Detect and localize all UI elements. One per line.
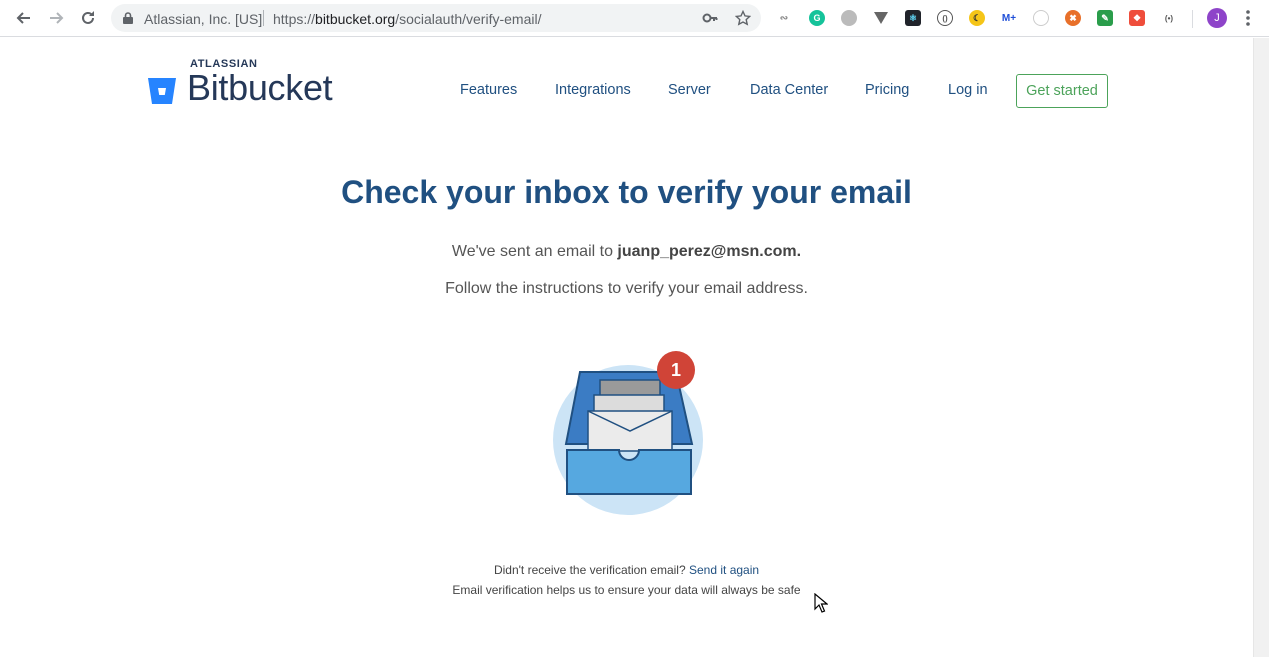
reload-icon bbox=[82, 11, 94, 24]
mouse-cursor-icon bbox=[814, 593, 828, 613]
arrow-right-icon bbox=[50, 12, 64, 24]
url-text: https://bitbucket.org/socialauth/verify-… bbox=[273, 11, 542, 27]
lock-icon bbox=[123, 12, 133, 24]
page-title: Check your inbox to verify your email bbox=[341, 174, 912, 210]
menu-kebab-icon[interactable] bbox=[1241, 8, 1255, 28]
back-button[interactable] bbox=[12, 6, 36, 30]
extension-icon[interactable]: ❖ bbox=[1129, 10, 1145, 26]
browser-toolbar: Atlassian, Inc. [US] https://bitbucket.o… bbox=[0, 0, 1269, 37]
react-devtools-icon[interactable]: ⚛ bbox=[905, 10, 921, 26]
extension-icon[interactable] bbox=[1033, 10, 1049, 26]
nav-pricing[interactable]: Pricing bbox=[865, 82, 909, 98]
site-identity: Atlassian, Inc. [US] bbox=[144, 11, 263, 27]
safety-note: Email verification helps us to ensure yo… bbox=[452, 583, 801, 597]
grammarly-icon[interactable]: G bbox=[809, 10, 825, 26]
bitbucket-logo[interactable]: ATLASSIAN Bitbucket bbox=[147, 58, 357, 108]
reload-button[interactable] bbox=[76, 6, 100, 30]
nav-features[interactable]: Features bbox=[460, 82, 517, 98]
inbox-tray-illustration: 1 bbox=[553, 351, 703, 515]
badge-count: 1 bbox=[671, 360, 681, 380]
extension-icon[interactable]: () bbox=[937, 10, 953, 26]
resend-prompt: Didn't receive the verification email? S… bbox=[493, 563, 760, 577]
nav-server[interactable]: Server bbox=[668, 82, 711, 98]
url-divider bbox=[263, 10, 264, 26]
extension-icon[interactable]: ✖ bbox=[1065, 10, 1081, 26]
instructions-text: Follow the instructions to verify your e… bbox=[445, 280, 808, 297]
extension-icon[interactable]: M+ bbox=[1001, 10, 1017, 26]
dark-mode-icon[interactable]: ☾ bbox=[969, 10, 985, 26]
extension-icon[interactable]: ✎ bbox=[1097, 10, 1113, 26]
bitbucket-wordmark: Bitbucket bbox=[187, 67, 333, 108]
extension-icon[interactable] bbox=[841, 10, 857, 26]
nav-log-in[interactable]: Log in bbox=[948, 82, 988, 98]
key-icon[interactable] bbox=[702, 10, 718, 26]
nav-data-center[interactable]: Data Center bbox=[750, 82, 828, 98]
page-viewport: ATLASSIAN Bitbucket Features Integration… bbox=[0, 38, 1253, 657]
send-again-link[interactable]: Send it again bbox=[689, 563, 759, 577]
profile-avatar[interactable]: J bbox=[1207, 8, 1227, 28]
get-started-button[interactable]: Get started bbox=[1016, 74, 1108, 108]
arrow-left-icon bbox=[16, 12, 30, 24]
forward-button[interactable] bbox=[44, 6, 68, 30]
nav-integrations[interactable]: Integrations bbox=[555, 82, 631, 98]
address-bar[interactable]: Atlassian, Inc. [US] https://bitbucket.o… bbox=[111, 4, 761, 32]
extension-icon[interactable]: (•) bbox=[1161, 10, 1177, 26]
sent-message: We've sent an email to juanp_perez@msn.c… bbox=[451, 243, 802, 260]
paper-stack-icon bbox=[593, 394, 665, 413]
bitbucket-bucket-icon bbox=[148, 78, 176, 104]
extension-icon[interactable]: ∾ bbox=[776, 10, 792, 26]
email-address: juanp_perez@msn.com. bbox=[617, 243, 802, 260]
page-scrollbar[interactable] bbox=[1253, 38, 1269, 657]
toolbar-divider bbox=[1192, 10, 1193, 28]
paper-stack-icon bbox=[599, 379, 661, 397]
star-icon[interactable] bbox=[735, 10, 751, 26]
vue-devtools-icon[interactable] bbox=[873, 10, 889, 26]
